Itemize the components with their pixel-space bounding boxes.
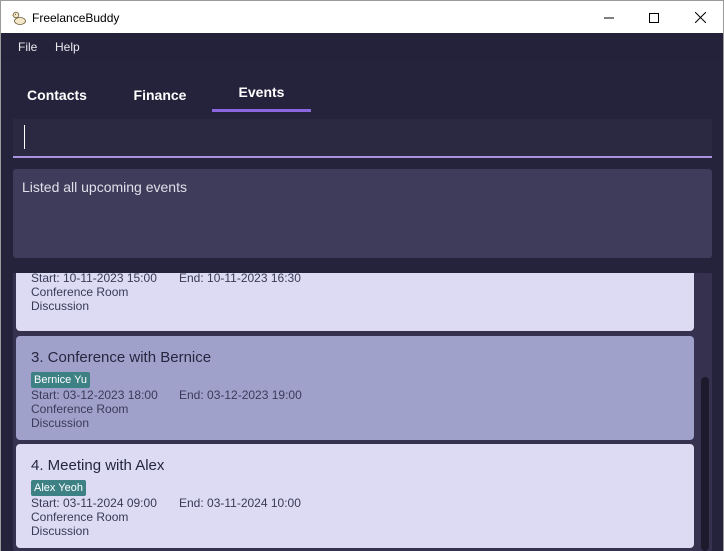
minimize-icon — [604, 17, 614, 18]
event-start: Start: 10-11-2023 15:00 — [31, 273, 157, 285]
duck-app-icon — [11, 10, 27, 26]
minimize-button[interactable] — [586, 1, 632, 34]
menu-file[interactable]: File — [18, 40, 37, 54]
tab-events[interactable]: Events — [212, 73, 311, 111]
event-description: Discussion — [31, 524, 90, 538]
event-description: Discussion — [31, 416, 90, 430]
command-input[interactable] — [13, 119, 712, 158]
event-end: End: 03-11-2024 10:00 — [179, 496, 301, 510]
menu-bar: File Help — [0, 33, 724, 61]
event-start: Start: 03-12-2023 18:00 — [31, 388, 158, 402]
window-title: FreelanceBuddy — [32, 11, 120, 25]
result-display: Listed all upcoming events — [13, 169, 712, 258]
contact-tag: Alex Yeoh — [31, 480, 86, 496]
tab-contacts[interactable]: Contacts — [12, 75, 102, 115]
event-location: Conference Room — [31, 510, 129, 524]
event-title: 3. Conference with Bernice — [31, 349, 212, 366]
close-icon — [694, 12, 706, 23]
tab-finance[interactable]: Finance — [111, 75, 209, 115]
text-caret — [24, 125, 25, 149]
event-end: End: 03-12-2023 19:00 — [179, 388, 302, 402]
event-location: Conference Room — [31, 402, 129, 416]
event-card[interactable]: 4. Meeting with Alex Alex Yeoh Start: 03… — [16, 444, 694, 548]
close-button[interactable] — [677, 1, 723, 34]
active-tab-indicator — [212, 109, 311, 112]
maximize-button[interactable] — [631, 1, 677, 34]
event-title: 4. Meeting with Alex — [31, 457, 165, 474]
event-start: Start: 03-11-2024 09:00 — [31, 496, 157, 510]
contact-tag: Bernice Yu — [31, 372, 91, 388]
title-bar: FreelanceBuddy — [0, 0, 724, 33]
event-location: Conference Room — [31, 285, 129, 299]
event-description: Discussion — [31, 299, 90, 313]
main-panel: Contacts Finance Events Listed all upcom… — [0, 61, 724, 551]
result-message: Listed all upcoming events — [22, 179, 187, 195]
maximize-icon — [649, 12, 659, 23]
menu-help[interactable]: Help — [55, 40, 80, 54]
scrollbar-thumb[interactable] — [701, 377, 709, 551]
event-card[interactable]: Start: 10-11-2023 15:00 End: 10-11-2023 … — [16, 273, 694, 331]
event-list[interactable]: Start: 10-11-2023 15:00 End: 10-11-2023 … — [13, 273, 712, 551]
event-end: End: 10-11-2023 16:30 — [179, 273, 301, 285]
event-card-selected[interactable]: 3. Conference with Bernice Bernice Yu St… — [16, 336, 694, 440]
